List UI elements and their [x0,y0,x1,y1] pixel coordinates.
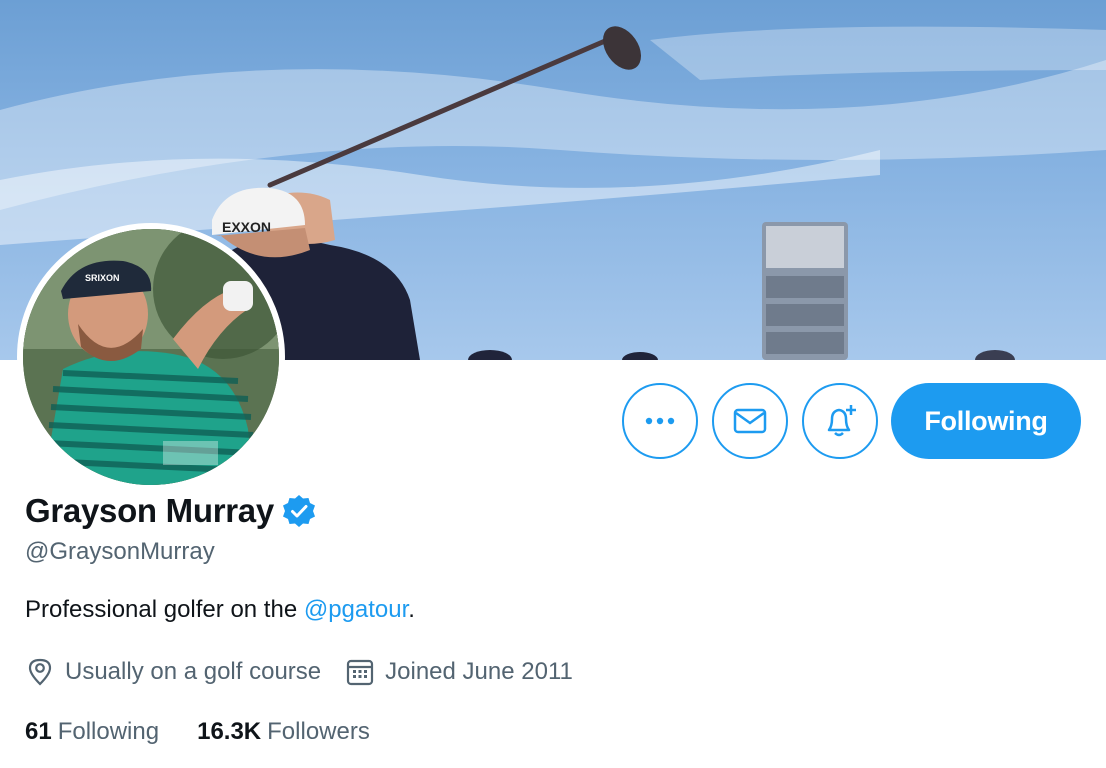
followers-stat-link[interactable]: 16.3K Followers [197,718,370,746]
bio-mention-link[interactable]: @pgatour [304,596,408,623]
following-label: Following [57,718,160,745]
message-button[interactable] [712,383,788,459]
profile-stats: 61 Following 16.3K Followers [25,714,370,750]
more-icon [645,417,675,425]
bell-plus-icon [827,405,856,437]
notify-button[interactable] [802,383,878,459]
bio-end: . [408,596,415,623]
avatar-cap-logo: SRIXON [85,273,120,283]
location-text: Usually on a golf course [65,658,322,685]
location-pin-icon [28,658,52,686]
joined-item: Joined June 2011 [345,657,573,687]
calendar-icon [347,659,374,686]
location-item: Usually on a golf course [25,657,321,687]
profile-bio: Professional golfer on the @pgatour. [25,596,415,624]
bio-text: Professional golfer on the [25,596,304,623]
more-button[interactable] [622,383,698,459]
following-stat-link[interactable]: 61 Following [25,718,159,746]
followers-label: Followers [267,718,370,745]
following-button[interactable]: Following [891,383,1081,459]
profile-handle: @GraysonMurray [25,538,215,565]
envelope-icon [733,408,767,434]
following-count: 61 [25,718,52,745]
profile-name-row: Grayson Murray [25,489,316,533]
profile-meta: Usually on a golf course Joined June 201… [25,654,573,690]
verified-badge-icon [282,495,315,527]
joined-text: Joined June 2011 [385,658,573,685]
profile-name: Grayson Murray [25,492,274,529]
followers-count: 16.3K [197,718,262,745]
profile-actions: Following [0,383,1106,459]
